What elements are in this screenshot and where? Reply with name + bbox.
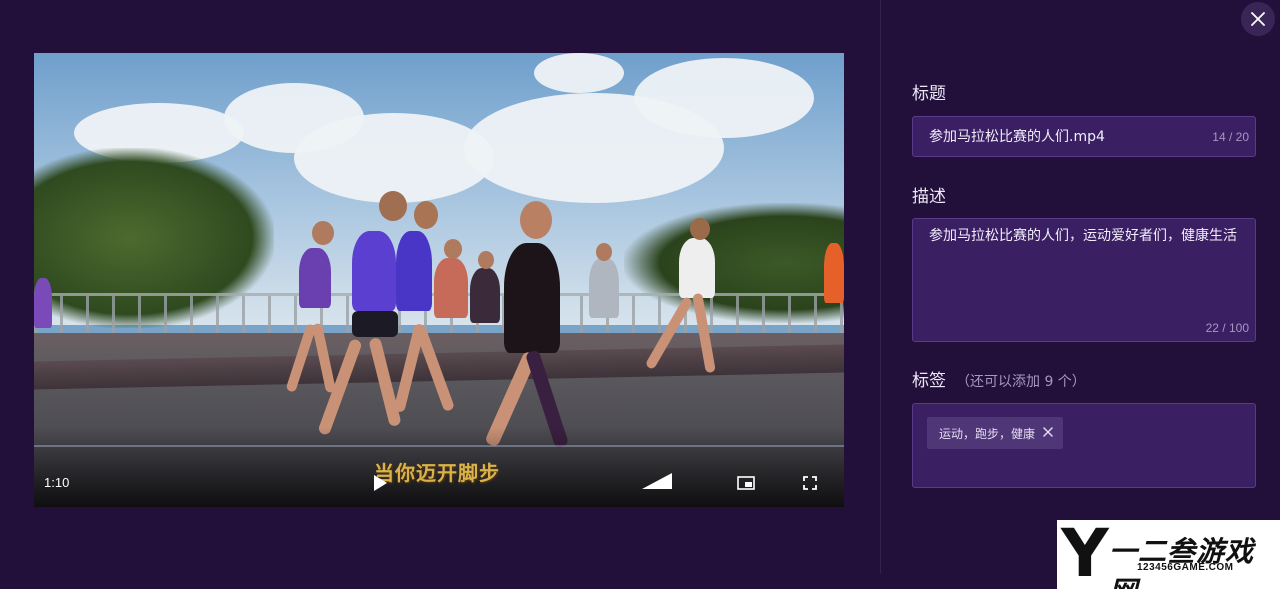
remove-tag-button[interactable]	[1043, 425, 1053, 441]
video-progress-bar[interactable]	[34, 445, 844, 447]
video-current-time: 1:10	[44, 475, 70, 490]
panel-divider	[880, 0, 881, 574]
close-icon	[1251, 12, 1265, 26]
close-icon	[1043, 427, 1053, 437]
description-input-value: 参加马拉松比赛的人们，运动爱好者们，健康生活	[929, 228, 1237, 244]
fullscreen-icon	[803, 476, 817, 490]
play-button[interactable]	[368, 471, 392, 495]
watermark-logo: Y 一二叁游戏网 123456GAME.COM	[1057, 520, 1280, 589]
title-char-count: 14 / 20	[1212, 130, 1249, 144]
play-icon	[374, 475, 387, 491]
video-subtitle: 当你迈开脚步	[374, 461, 500, 485]
video-player[interactable]: 当你迈开脚步 1:10	[34, 53, 844, 507]
description-label: 描述	[912, 187, 946, 207]
picture-in-picture-button[interactable]	[734, 473, 758, 493]
title-label: 标题	[912, 84, 946, 104]
tag-chip: 运动，跑步，健康	[927, 417, 1064, 449]
picture-in-picture-icon	[737, 476, 755, 490]
description-char-count: 22 / 100	[1205, 321, 1249, 335]
tag-chip-label: 运动，跑步，健康	[939, 426, 1036, 441]
close-button[interactable]	[1241, 2, 1275, 36]
watermark-letter: Y	[1061, 520, 1109, 589]
title-field[interactable]: 参加马拉松比赛的人们.mp4 14 / 20	[912, 116, 1256, 157]
description-field[interactable]: 参加马拉松比赛的人们，运动爱好者们，健康生活 22 / 100	[912, 218, 1256, 342]
tags-field[interactable]: 运动，跑步，健康	[912, 403, 1256, 488]
title-input-value: 参加马拉松比赛的人们.mp4	[929, 129, 1105, 145]
watermark-name: 一二叁游戏网	[1109, 535, 1255, 589]
fullscreen-button[interactable]	[798, 473, 822, 493]
tags-label: 标签 （还可以添加 9 个）	[912, 366, 1086, 391]
tags-remaining-hint: （还可以添加 9 个）	[956, 374, 1086, 390]
volume-icon	[642, 473, 672, 489]
volume-slider[interactable]	[640, 471, 674, 491]
watermark-url: 123456GAME.COM	[1137, 562, 1234, 573]
tags-label-text: 标签	[912, 371, 946, 391]
